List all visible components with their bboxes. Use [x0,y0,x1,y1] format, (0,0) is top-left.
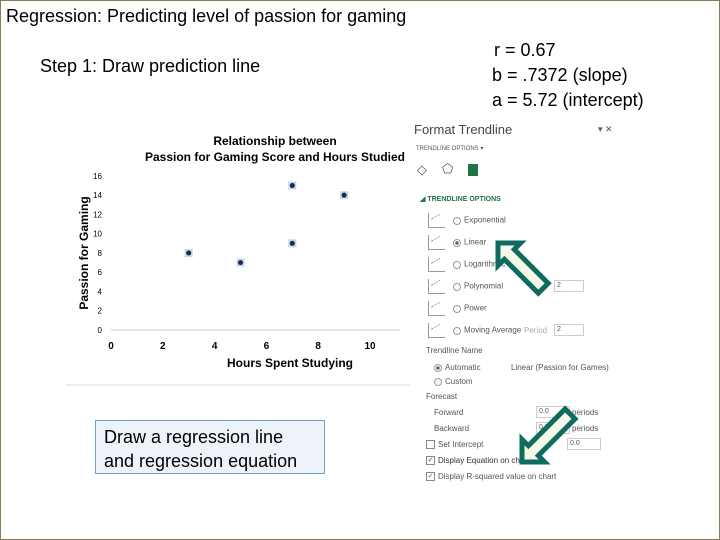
display-equation-label: Display Equation on chart [438,456,530,465]
scatter-chart: Relationship between Passion for Gaming … [66,134,410,386]
custom-radio[interactable]: Custom [434,377,473,386]
intercept-value: a = 5.72 (intercept) [492,90,644,110]
radio-button[interactable] [453,238,461,247]
radio-button[interactable] [453,282,461,291]
section-header[interactable]: ◢ TRENDLINE OPTIONS [420,195,501,203]
y-tick-label: 14 [93,191,102,200]
trendline-type-label: Logarithmic [464,259,506,269]
y-tick-label: 12 [93,210,102,219]
section-label: TRENDLINE OPTIONS [427,196,501,203]
data-point [288,181,297,190]
x-tick-label: 10 [364,341,376,352]
tab-label: TRENDLINE OPTIONS [416,146,479,152]
data-point [288,239,297,248]
effects-icon[interactable]: ⬠ [442,161,453,177]
trendline-type-logarithmic[interactable]: Logarithmic [428,257,505,272]
backward-periods: periods [572,424,599,433]
tab-trendline-options[interactable]: TRENDLINE OPTIONS ▾ [416,145,483,152]
radio-button[interactable] [453,216,461,225]
instruction-box: Draw a regression line and regression eq… [95,420,325,474]
automatic-name: Linear (Passion for Games) [511,363,609,372]
trendline-type-icon [428,257,445,272]
y-tick-label: 4 [98,287,103,296]
regression-stats: r = 0.67 b = .7372 (slope) a = 5.72 (int… [492,38,644,113]
trendline-type-moving-average[interactable]: Moving Average [428,323,521,338]
trendline-type-exponential[interactable]: Exponential [428,213,506,228]
pane-title: Format Trendline [414,122,513,137]
y-tick-label: 10 [93,230,102,239]
trendline-type-icon [428,235,445,250]
trendline-type-icon [428,301,445,316]
bar-chart-icon[interactable] [468,164,478,176]
radio-button[interactable] [453,304,461,313]
trendline-type-icon [428,213,445,228]
set-intercept-checkbox[interactable]: Set Intercept [426,440,484,450]
x-tick-label: 2 [160,341,166,352]
trendline-type-icon [428,323,445,338]
display-r2-checkbox[interactable]: ✓ Display R-squared value on chart [426,472,557,482]
y-tick-label: 16 [93,172,102,181]
data-point [236,258,245,267]
trendline-type-power[interactable]: Power [428,301,487,316]
y-tick-label: 6 [98,268,103,277]
backward-input[interactable]: 0.0 [536,422,570,434]
trendline-type-label: Linear [464,237,487,247]
y-tick-label: 2 [98,307,103,316]
data-point [184,248,193,257]
custom-label: Custom [445,377,473,386]
automatic-radio[interactable]: Automatic [434,363,481,372]
data-point [340,191,349,200]
display-equation-checkbox[interactable]: ✓ Display Equation on chart [426,456,530,466]
trendline-type-polynomial[interactable]: Polynomial [428,279,503,294]
slope-value: b = .7372 (slope) [492,65,628,85]
backward-label: Backward [434,424,470,433]
y-tick-label: 0 [98,326,103,335]
trendline-type-label: Power [464,303,487,313]
period-label: Period [524,326,548,335]
r-value: r = 0.67 [494,40,556,60]
radio-button[interactable] [453,326,461,335]
chart-title-1: Relationship between [213,134,336,148]
radio-button[interactable] [453,260,461,269]
trendline-type-icon [428,279,445,294]
y-axis-label: Passion for Gaming [77,196,91,309]
fill-line-icon[interactable]: ◇ [417,162,427,178]
trendline-type-linear[interactable]: Linear [428,235,486,250]
x-axis-label: Hours Spent Studying [227,356,353,370]
close-icon[interactable]: ▾ ✕ [598,124,613,135]
forward-periods: periods [572,408,599,417]
trendline-type-label: Polynomial [464,281,504,291]
format-trendline-pane: Format Trendline ▾ ✕ TRENDLINE OPTIONS ▾… [412,120,613,485]
forecast-label: Forecast [426,392,458,401]
automatic-label: Automatic [445,363,481,372]
x-tick-label: 4 [212,341,218,352]
forward-label: Forward [434,408,464,417]
order-stepper[interactable]: 2 [554,324,584,336]
intercept-input[interactable]: 0.0 [567,438,601,450]
display-r2-label: Display R-squared value on chart [438,472,557,481]
trendline-name-label: Trendline Name [426,346,483,355]
trendline-type-label: Exponential [464,215,506,225]
trendline-type-label: Moving Average [464,325,522,335]
y-tick-label: 8 [98,249,103,258]
order-stepper[interactable]: 2 [554,280,584,292]
x-tick-label: 8 [315,341,321,352]
chart-title-2: Passion for Gaming Score and Hours Studi… [145,150,405,164]
set-intercept-label: Set Intercept [438,440,484,449]
x-tick-label: 0 [108,341,114,352]
x-tick-label: 6 [264,341,270,352]
forward-input[interactable]: 0.0 [536,406,570,418]
